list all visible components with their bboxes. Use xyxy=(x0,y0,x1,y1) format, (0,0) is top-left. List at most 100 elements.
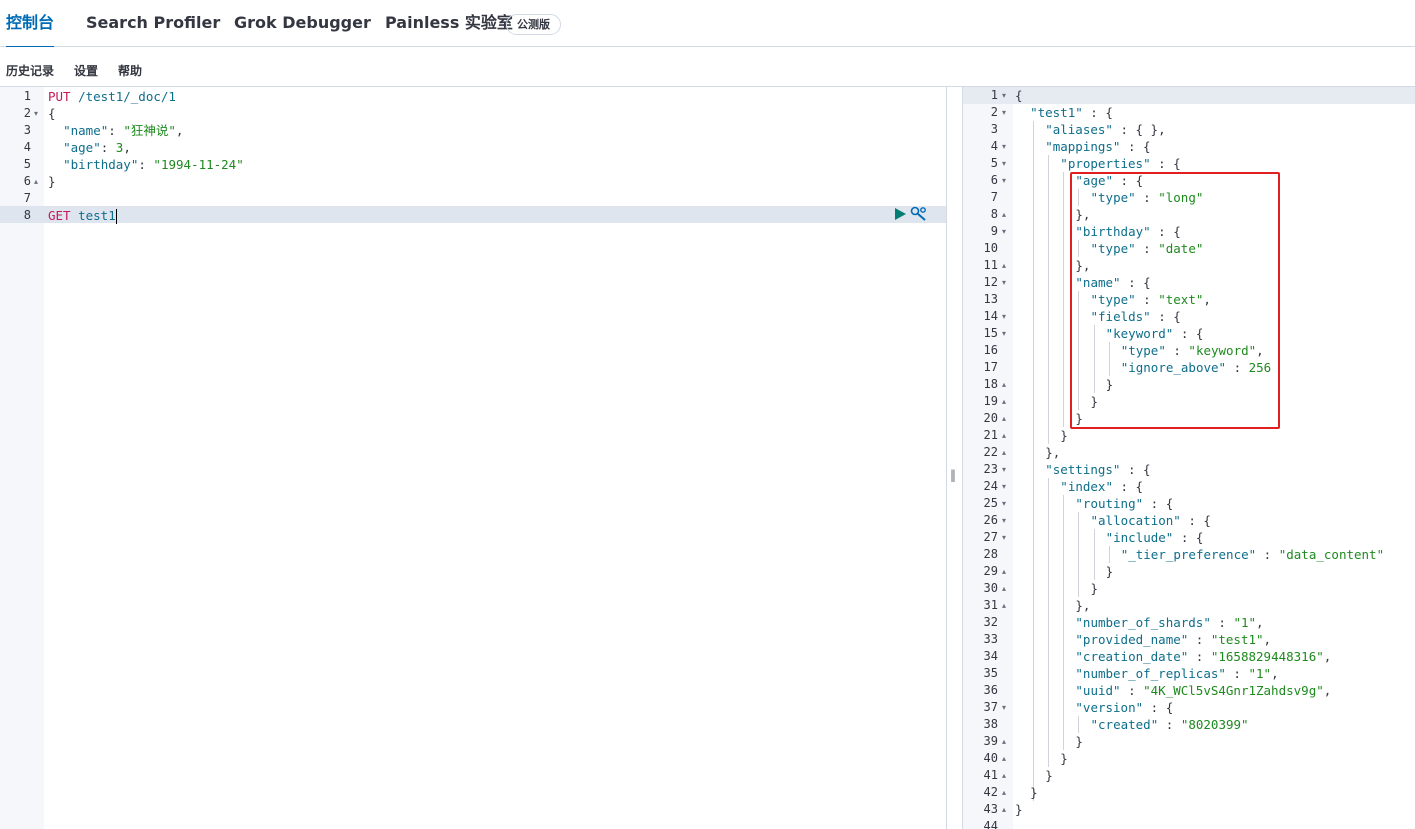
line-number: 20 xyxy=(983,411,998,425)
line-number: 14 xyxy=(983,309,998,323)
line-number: 40 xyxy=(983,751,998,765)
code-line: } xyxy=(1030,784,1038,801)
response-editor: 1 ▾ {2 ▾ "test1" : {3 "aliases" : { }, 4 ▾ "mapp… xyxy=(962,87,1415,829)
code-line: }, xyxy=(1075,257,1090,274)
json-punct: } xyxy=(1060,428,1068,443)
fold-toggle-icon[interactable]: ▴ xyxy=(1002,376,1006,393)
fold-toggle-icon[interactable]: ▾ xyxy=(1002,461,1006,478)
json-key: "test1" xyxy=(1030,105,1083,120)
json-punct: : xyxy=(1135,241,1159,256)
fold-toggle-icon[interactable]: ▴ xyxy=(1002,393,1006,410)
json-punct: : { xyxy=(1150,156,1181,171)
fold-toggle-icon[interactable]: ▾ xyxy=(1002,87,1006,104)
line-number: 1 xyxy=(23,89,31,103)
active-line-highlight xyxy=(44,206,946,223)
json-punct: } xyxy=(1060,751,1068,766)
json-punct: : xyxy=(108,123,124,138)
fold-toggle-icon[interactable]: ▾ xyxy=(1002,172,1006,189)
line-number: 16 xyxy=(983,343,998,357)
json-punct: : { xyxy=(1082,105,1113,120)
console-menu: 历史记录 设置 帮助 xyxy=(0,47,1415,87)
play-icon[interactable] xyxy=(893,207,907,221)
fold-toggle-icon[interactable]: ▴ xyxy=(1002,410,1006,427)
fold-toggle-icon[interactable]: ▾ xyxy=(1002,274,1006,291)
request-editor[interactable]: 1 PUT /test1/_doc/1 2 ▾ {3 "name": "狂神说", 4 "ag… xyxy=(0,87,947,829)
json-key: "fields" xyxy=(1090,309,1151,324)
code-line: } xyxy=(48,173,56,190)
json-punct: { xyxy=(1015,88,1023,103)
line-number: 7 xyxy=(23,191,31,205)
fold-toggle-icon[interactable]: ▾ xyxy=(1002,308,1006,325)
indent-guide xyxy=(1078,512,1080,597)
fold-toggle-icon[interactable]: ▴ xyxy=(1002,750,1006,767)
fold-toggle-icon[interactable]: ▴ xyxy=(1002,784,1006,801)
help-link[interactable]: 帮助 xyxy=(118,62,142,79)
json-punct: , xyxy=(1323,649,1332,664)
fold-toggle-icon[interactable]: ▴ xyxy=(1002,444,1006,461)
fold-toggle-icon[interactable]: ▴ xyxy=(1002,257,1006,274)
line-number: 33 xyxy=(983,632,998,646)
fold-toggle-icon[interactable]: ▴ xyxy=(1002,563,1006,580)
json-punct: : { xyxy=(1120,139,1151,154)
json-key: "created" xyxy=(1090,717,1159,732)
fold-toggle-icon[interactable]: ▴ xyxy=(1002,801,1006,818)
line-number: 42 xyxy=(983,785,998,799)
json-punct: : xyxy=(1188,649,1211,664)
line-number: 29 xyxy=(983,564,998,578)
wrench-icon[interactable] xyxy=(910,206,928,222)
fold-toggle-icon[interactable]: ▴ xyxy=(1002,733,1006,750)
fold-toggle-icon[interactable]: ▾ xyxy=(1002,138,1006,155)
json-punct: : { xyxy=(1150,224,1181,239)
line-number: 38 xyxy=(983,717,998,731)
code-line: "_tier_preference" : "data_content" xyxy=(1121,546,1384,563)
line-number: 12 xyxy=(983,275,998,289)
code-line: "ignore_above" : 256 xyxy=(1121,359,1272,376)
json-punct: : { xyxy=(1120,462,1151,477)
tab-console[interactable]: 控制台 xyxy=(6,0,55,48)
fold-toggle-icon[interactable]: ▴ xyxy=(34,173,38,190)
json-punct: , xyxy=(175,123,184,138)
tab-grok-debugger[interactable]: Grok Debugger xyxy=(234,0,371,47)
history-link[interactable]: 历史记录 xyxy=(6,62,54,79)
fold-toggle-icon[interactable]: ▴ xyxy=(1002,580,1006,597)
code-line: "routing" : { xyxy=(1075,495,1173,512)
json-punct: : xyxy=(1226,360,1249,375)
code-line: "test1" : { xyxy=(1030,104,1113,121)
code-line: "created" : "8020399" xyxy=(1091,716,1249,733)
tab-search-profiler[interactable]: Search Profiler xyxy=(86,0,220,47)
fold-toggle-icon[interactable]: ▾ xyxy=(1002,529,1006,546)
json-key: "uuid" xyxy=(1075,683,1121,698)
fold-toggle-icon[interactable]: ▴ xyxy=(1002,597,1006,614)
fold-toggle-icon[interactable]: ▾ xyxy=(1002,699,1006,716)
panel-resize-handle[interactable]: ‖ xyxy=(950,468,956,482)
json-key: "ignore_above" xyxy=(1120,360,1227,375)
json-value: "8020399" xyxy=(1180,717,1249,732)
fold-toggle-icon[interactable]: ▾ xyxy=(1002,512,1006,529)
fold-toggle-icon[interactable]: ▾ xyxy=(1002,495,1006,512)
fold-toggle-icon[interactable]: ▾ xyxy=(1002,223,1006,240)
settings-link[interactable]: 设置 xyxy=(74,62,98,79)
fold-toggle-icon[interactable]: ▴ xyxy=(1002,767,1006,784)
json-key: "name" xyxy=(1075,275,1121,290)
json-key: "number_of_shards" xyxy=(1075,615,1211,630)
fold-toggle-icon[interactable]: ▴ xyxy=(1002,427,1006,444)
fold-toggle-icon[interactable]: ▾ xyxy=(1002,155,1006,172)
json-punct: : { xyxy=(1113,173,1144,188)
fold-toggle-icon[interactable]: ▾ xyxy=(1002,478,1006,495)
tab-painless-lab[interactable]: Painless 实验室 xyxy=(385,0,513,47)
code-line: "type" : "keyword", xyxy=(1121,342,1264,359)
line-number: 15 xyxy=(983,326,998,340)
indent-guide xyxy=(1048,478,1050,767)
fold-toggle-icon[interactable]: ▾ xyxy=(34,105,38,122)
indent-guide xyxy=(1048,155,1050,444)
fold-toggle-icon[interactable]: ▾ xyxy=(1002,325,1006,342)
fold-toggle-icon[interactable]: ▾ xyxy=(1002,104,1006,121)
fold-toggle-icon[interactable]: ▴ xyxy=(1002,206,1006,223)
code-line: } xyxy=(1015,801,1023,818)
code-line: } xyxy=(1106,563,1114,580)
json-key: "include" xyxy=(1105,530,1174,545)
json-punct: : { xyxy=(1143,700,1174,715)
json-key: "keyword" xyxy=(1105,326,1174,341)
json-punct: } xyxy=(1030,785,1038,800)
json-key: "allocation" xyxy=(1090,513,1181,528)
